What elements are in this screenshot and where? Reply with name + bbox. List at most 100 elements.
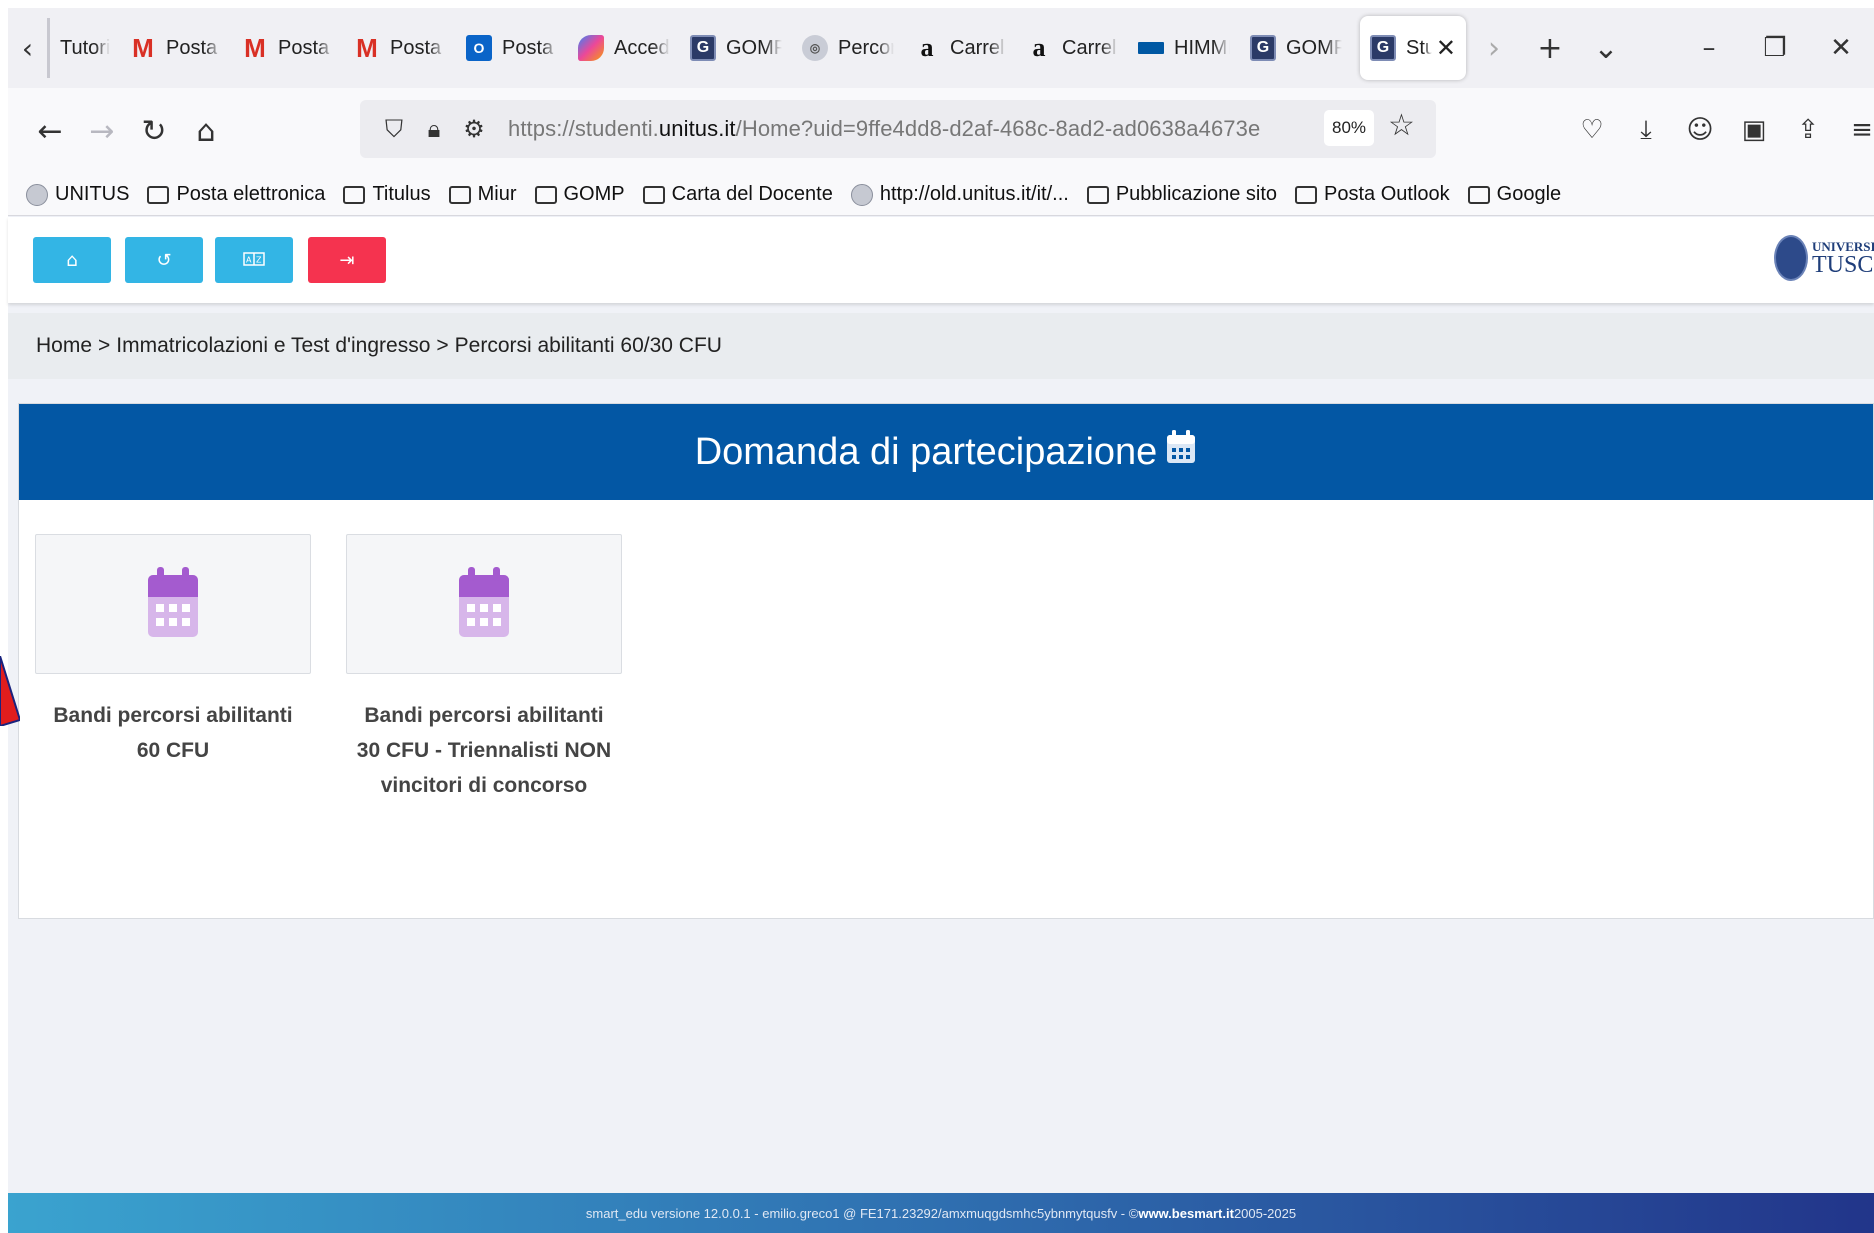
bookmark-label: Titulus	[372, 183, 431, 205]
svg-text:Z: Z	[256, 255, 262, 264]
close-tab-icon[interactable]: ✕	[1436, 34, 1456, 62]
card-title[interactable]: Bandi percorsi abilitanti 30 CFU - Trien…	[346, 698, 622, 803]
container-tabs-icon[interactable]: ▣	[1732, 104, 1776, 156]
tab-label: GOMP	[1286, 36, 1342, 59]
unitus-seal-icon: ◎	[802, 35, 828, 61]
gomp-icon: G	[690, 35, 716, 61]
amazon-icon: a	[1032, 33, 1046, 62]
browser-tab[interactable]: O Posta -	[456, 16, 568, 80]
breadcrumb-separator: >	[98, 334, 111, 357]
browser-tab[interactable]: ◎ Percor	[792, 16, 904, 80]
red-arrow-annotation	[0, 656, 20, 726]
calendar-icon	[1165, 429, 1197, 475]
browser-tab[interactable]: a Carrell	[904, 16, 1016, 80]
history-button[interactable]: ↺	[125, 237, 203, 283]
bookmark-label: Posta Outlook	[1324, 183, 1450, 205]
gmail-icon: M	[132, 32, 154, 63]
toolbar-right-icons: ♡ ⤓ ☺ ▣ ⇪ ≡	[1570, 104, 1874, 156]
footer-link[interactable]: www.besmart.it	[1138, 1206, 1234, 1221]
footer: smart_edu versione 12.0.0.1 - emilio.gre…	[8, 1193, 1874, 1233]
tab-label: Carrell	[950, 36, 1006, 59]
close-window-button[interactable]: ✕	[1808, 18, 1874, 78]
list-tabs-chevron-down-icon[interactable]: ⌄	[1578, 18, 1634, 78]
folder-icon	[1086, 185, 1109, 204]
language-icon: AZ	[243, 250, 265, 271]
svg-text:A: A	[246, 255, 252, 264]
tab-label: Posta i	[278, 36, 334, 59]
bookmark-folder[interactable]: GOMP	[534, 183, 625, 206]
card-bandi-30-cfu[interactable]: Bandi percorsi abilitanti 30 CFU - Trien…	[346, 534, 622, 803]
browser-tab[interactable]: G GOMP	[680, 16, 792, 80]
back-button[interactable]: ←	[24, 105, 76, 157]
tab-label: Posta -	[502, 36, 558, 59]
breadcrumb-immatricolazioni[interactable]: Immatricolazioni e Test d'ingresso	[116, 334, 430, 358]
active-browser-tab[interactable]: G Stuc✕	[1360, 16, 1466, 80]
logout-icon: ⇥	[339, 249, 355, 271]
restore-window-button[interactable]: ❐	[1742, 18, 1808, 78]
tab-label: Accedi	[614, 36, 670, 59]
download-icon[interactable]: ⤓	[1624, 104, 1668, 156]
bookmark-label: GOMP	[563, 183, 625, 205]
gomp-icon: G	[1370, 35, 1396, 61]
bookmark-folder[interactable]: Miur	[448, 183, 517, 206]
url-path: /Home?uid=9ffe4dd8-d2af-468c-8ad2-ad0638…	[735, 116, 1261, 141]
account-icon[interactable]: ☺	[1678, 104, 1722, 156]
tab-label: GOMP	[726, 36, 782, 59]
bookmark-folder[interactable]: Google	[1467, 183, 1561, 206]
bookmark-folder[interactable]: Pubblicazione sito	[1086, 183, 1278, 206]
breadcrumb: Home > Immatricolazioni e Test d'ingress…	[8, 313, 1874, 379]
bookmark-folder[interactable]: Titulus	[343, 183, 431, 206]
unitus-seal-icon	[26, 183, 48, 206]
tab-label: Carrell	[1062, 36, 1118, 59]
home-button[interactable]: ⌂	[180, 105, 232, 157]
logout-button[interactable]: ⇥	[308, 237, 386, 283]
permissions-icon[interactable]: ⚙	[454, 109, 494, 149]
scroll-tabs-right-button[interactable]: ›	[1466, 18, 1522, 78]
new-tab-button[interactable]: +	[1522, 18, 1578, 78]
breadcrumb-home[interactable]: Home	[36, 334, 92, 358]
bookmark-folder[interactable]: Posta elettronica	[147, 183, 325, 206]
bookmark-folder[interactable]: Posta Outlook	[1295, 183, 1450, 206]
browser-tab[interactable]: M Posta i	[120, 16, 232, 80]
zoom-level-button[interactable]: 80%	[1324, 110, 1374, 146]
scroll-tabs-left-button[interactable]: ‹	[8, 18, 50, 78]
menu-icon[interactable]: ≡	[1840, 104, 1874, 156]
browser-tab[interactable]: G GOMP	[1240, 16, 1352, 80]
breadcrumb-current: Percorsi abilitanti 60/30 CFU	[454, 334, 722, 357]
bookmark-item[interactable]: http://old.unitus.it/it/...	[850, 183, 1069, 206]
bookmarks-toolbar: UNITUS Posta elettronica Titulus Miur GO…	[8, 174, 1874, 216]
card-icon-box[interactable]	[35, 534, 311, 674]
minimize-window-button[interactable]: –	[1676, 18, 1742, 78]
home-button[interactable]: ⌂	[33, 237, 111, 283]
lock-icon[interactable]: 🔒︎	[414, 109, 454, 149]
forward-button[interactable]: →	[76, 105, 128, 157]
web-page: ⌂ ↺ AZ ⇥ UNIVERSITÀTUSCIA Home > Immatri…	[8, 217, 1874, 1233]
share-icon[interactable]: ⇪	[1786, 104, 1830, 156]
reload-button[interactable]: ↻	[128, 105, 180, 157]
browser-tab[interactable]: a Carrell	[1016, 16, 1128, 80]
bookmark-star-icon[interactable]: ☆	[1388, 108, 1415, 143]
folder-icon	[534, 185, 557, 204]
address-bar[interactable]: ⛉ 🔒︎ ⚙ https://studenti.unitus.it/Home?u…	[360, 100, 1436, 158]
browser-tab[interactable]: M Posta i	[232, 16, 344, 80]
card-icon-box[interactable]	[346, 534, 622, 674]
card-bandi-60-cfu[interactable]: Bandi percorsi abilitanti 60 CFU	[35, 534, 311, 768]
calendar-icon	[458, 566, 510, 642]
browser-tab[interactable]: Tutoria	[50, 16, 120, 80]
tracking-protection-shield-icon[interactable]: ⛉	[374, 109, 414, 149]
logo-line1: UNIVERSITÀ	[1812, 238, 1874, 254]
tab-bar: ‹ Tutoria M Posta i M Posta i M Posta i O Po…	[8, 8, 1874, 88]
browser-tab[interactable]: M Posta i	[344, 16, 456, 80]
bookmark-label: Pubblicazione sito	[1115, 183, 1278, 205]
bookmark-folder[interactable]: Carta del Docente	[642, 183, 833, 206]
browser-tab[interactable]: HIMMI	[1128, 16, 1240, 80]
browser-tab[interactable]: Accedi	[568, 16, 680, 80]
tab-label: HIMMI	[1174, 36, 1230, 59]
bookmark-label: Posta elettronica	[176, 183, 326, 205]
language-button[interactable]: AZ	[215, 237, 293, 283]
url-text[interactable]: https://studenti.unitus.it/Home?uid=9ffe…	[508, 116, 1260, 142]
card-title[interactable]: Bandi percorsi abilitanti 60 CFU	[35, 698, 311, 768]
tab-label: Stuc	[1406, 36, 1432, 59]
bookmark-item[interactable]: UNITUS	[26, 183, 129, 206]
pocket-icon[interactable]: ♡	[1570, 104, 1614, 156]
